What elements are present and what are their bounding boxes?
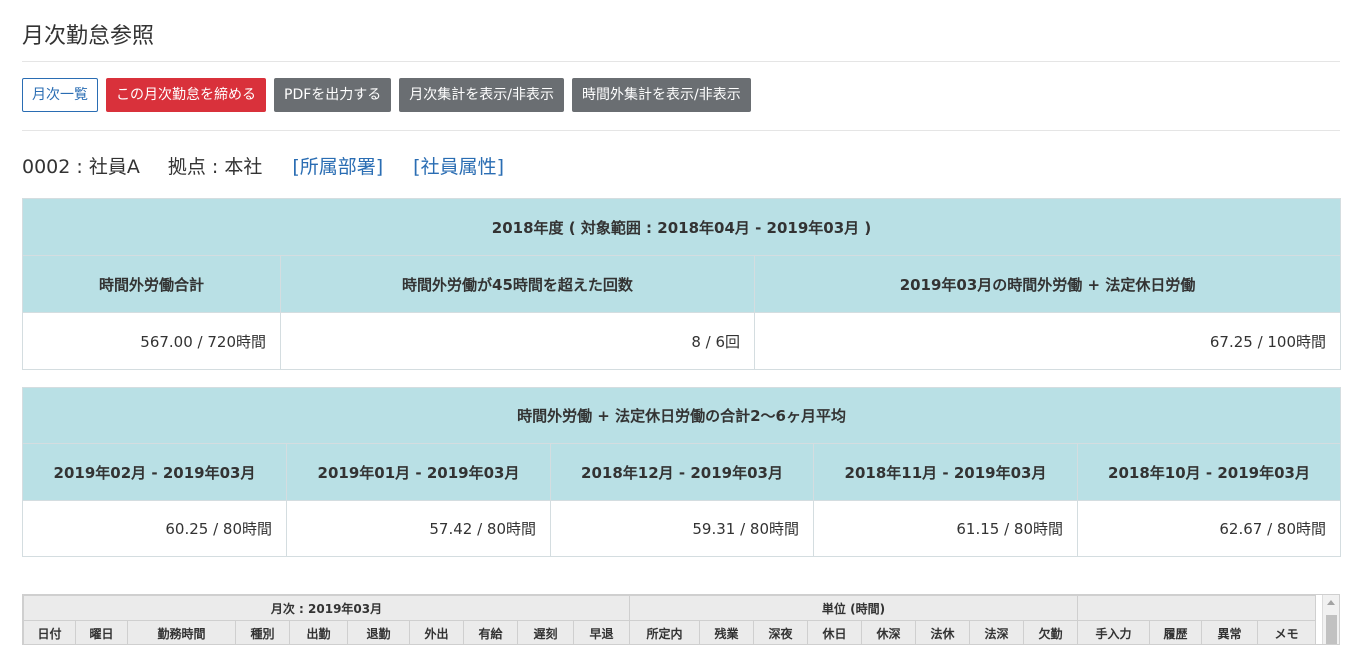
annual-value: 67.25 / 100時間 bbox=[753, 312, 1342, 370]
scroll-up-icon[interactable] bbox=[1327, 600, 1335, 605]
grid-col-header[interactable]: 法休 bbox=[915, 620, 970, 644]
divider bbox=[22, 130, 1340, 131]
average-value: 60.25 / 80時間 bbox=[22, 500, 287, 557]
grid-col-header[interactable]: 異常 bbox=[1201, 620, 1258, 644]
grid-col-header[interactable]: 深夜 bbox=[753, 620, 808, 644]
grid-col-header[interactable]: 法深 bbox=[969, 620, 1024, 644]
grid-col-header[interactable]: 休日 bbox=[807, 620, 862, 644]
daily-grid-table: 月次 : 2019年03月 単位 (時間) 日付 曜日 勤務時間 種別 出勤 退… bbox=[23, 595, 1316, 644]
grid-col-header[interactable]: 退勤 bbox=[347, 620, 410, 644]
average-value: 57.42 / 80時間 bbox=[286, 500, 551, 557]
grid-col-header[interactable]: メモ bbox=[1257, 620, 1316, 644]
annual-value: 8 / 6回 bbox=[280, 312, 755, 370]
grid-col-header[interactable]: 外出 bbox=[409, 620, 464, 644]
grid-col-header[interactable]: 日付 bbox=[23, 620, 76, 644]
employee-location: 拠点 : 本社 bbox=[167, 156, 263, 178]
monthly-list-button[interactable]: 月次一覧 bbox=[22, 78, 98, 112]
scrollbar-thumb[interactable] bbox=[1326, 615, 1337, 644]
annual-col-header: 2019年03月の時間外労働 + 法定休日労働 bbox=[753, 255, 1342, 313]
vertical-scrollbar[interactable] bbox=[1322, 595, 1339, 644]
average-value: 62.67 / 80時間 bbox=[1076, 500, 1342, 557]
average-col-header: 2019年02月 - 2019年03月 bbox=[22, 443, 287, 501]
toolbar: 月次一覧 この月次勤怠を締める PDFを出力する 月次集計を表示/非表示 時間外… bbox=[22, 78, 751, 112]
daily-attendance-grid[interactable]: 月次 : 2019年03月 単位 (時間) 日付 曜日 勤務時間 種別 出勤 退… bbox=[22, 594, 1340, 645]
annual-header: 2018年度 ( 対象範囲 : 2018年04月 - 2019年03月 ) bbox=[21, 198, 1342, 256]
toggle-monthly-summary-button[interactable]: 月次集計を表示/非表示 bbox=[399, 78, 564, 112]
average-col-header: 2018年12月 - 2019年03月 bbox=[550, 443, 814, 501]
average-col-header: 2018年10月 - 2019年03月 bbox=[1076, 443, 1342, 501]
department-link[interactable]: [所属部署] bbox=[292, 152, 383, 179]
annual-col-header: 時間外労働合計 bbox=[22, 255, 281, 313]
export-pdf-button[interactable]: PDFを出力する bbox=[274, 78, 392, 112]
grid-col-header[interactable]: 欠勤 bbox=[1023, 620, 1078, 644]
grid-col-header[interactable]: 勤務時間 bbox=[127, 620, 236, 644]
average-value: 61.15 / 80時間 bbox=[813, 500, 1078, 557]
average-header: 時間外労働 + 法定休日労働の合計2〜6ヶ月平均 bbox=[21, 387, 1342, 444]
grid-col-header[interactable]: 履歴 bbox=[1149, 620, 1202, 644]
average-overtime-table: 時間外労働 + 法定休日労働の合計2〜6ヶ月平均 2019年02月 - 2019… bbox=[21, 387, 1342, 557]
grid-col-header[interactable]: 有給 bbox=[463, 620, 518, 644]
annual-overtime-table: 2018年度 ( 対象範囲 : 2018年04月 - 2019年03月 ) 時間… bbox=[21, 198, 1342, 370]
grid-col-header[interactable]: 出勤 bbox=[289, 620, 348, 644]
divider bbox=[22, 61, 1340, 62]
grid-group-extra bbox=[1077, 595, 1316, 621]
grid-col-header[interactable]: 曜日 bbox=[75, 620, 128, 644]
page-title: 月次勤怠参照 bbox=[22, 24, 155, 49]
grid-col-header[interactable]: 所定内 bbox=[629, 620, 700, 644]
toggle-overtime-summary-button[interactable]: 時間外集計を表示/非表示 bbox=[572, 78, 751, 112]
grid-group-unit: 単位 (時間) bbox=[629, 595, 1078, 621]
employee-id-name: 0002 : 社員A bbox=[22, 156, 140, 178]
grid-col-header[interactable]: 残業 bbox=[699, 620, 754, 644]
close-month-button[interactable]: この月次勤怠を締める bbox=[106, 78, 266, 112]
average-col-header: 2019年01月 - 2019年03月 bbox=[286, 443, 551, 501]
average-col-header: 2018年11月 - 2019年03月 bbox=[813, 443, 1078, 501]
grid-col-header[interactable]: 遅刻 bbox=[517, 620, 574, 644]
grid-col-header[interactable]: 早退 bbox=[573, 620, 630, 644]
average-value: 59.31 / 80時間 bbox=[550, 500, 814, 557]
monthly-attendance-page: 月次勤怠参照 月次一覧 この月次勤怠を締める PDFを出力する 月次集計を表示/… bbox=[0, 0, 1362, 645]
grid-group-monthly: 月次 : 2019年03月 bbox=[23, 595, 630, 621]
annual-col-header: 時間外労働が45時間を超えた回数 bbox=[280, 255, 755, 313]
annual-value: 567.00 / 720時間 bbox=[22, 312, 281, 370]
employee-info: 0002 : 社員A 拠点 : 本社 [所属部署] [社員属性] bbox=[22, 152, 504, 179]
grid-col-header[interactable]: 種別 bbox=[235, 620, 290, 644]
employee-attribute-link[interactable]: [社員属性] bbox=[413, 152, 504, 179]
grid-col-header[interactable]: 手入力 bbox=[1077, 620, 1150, 644]
grid-col-header[interactable]: 休深 bbox=[861, 620, 916, 644]
